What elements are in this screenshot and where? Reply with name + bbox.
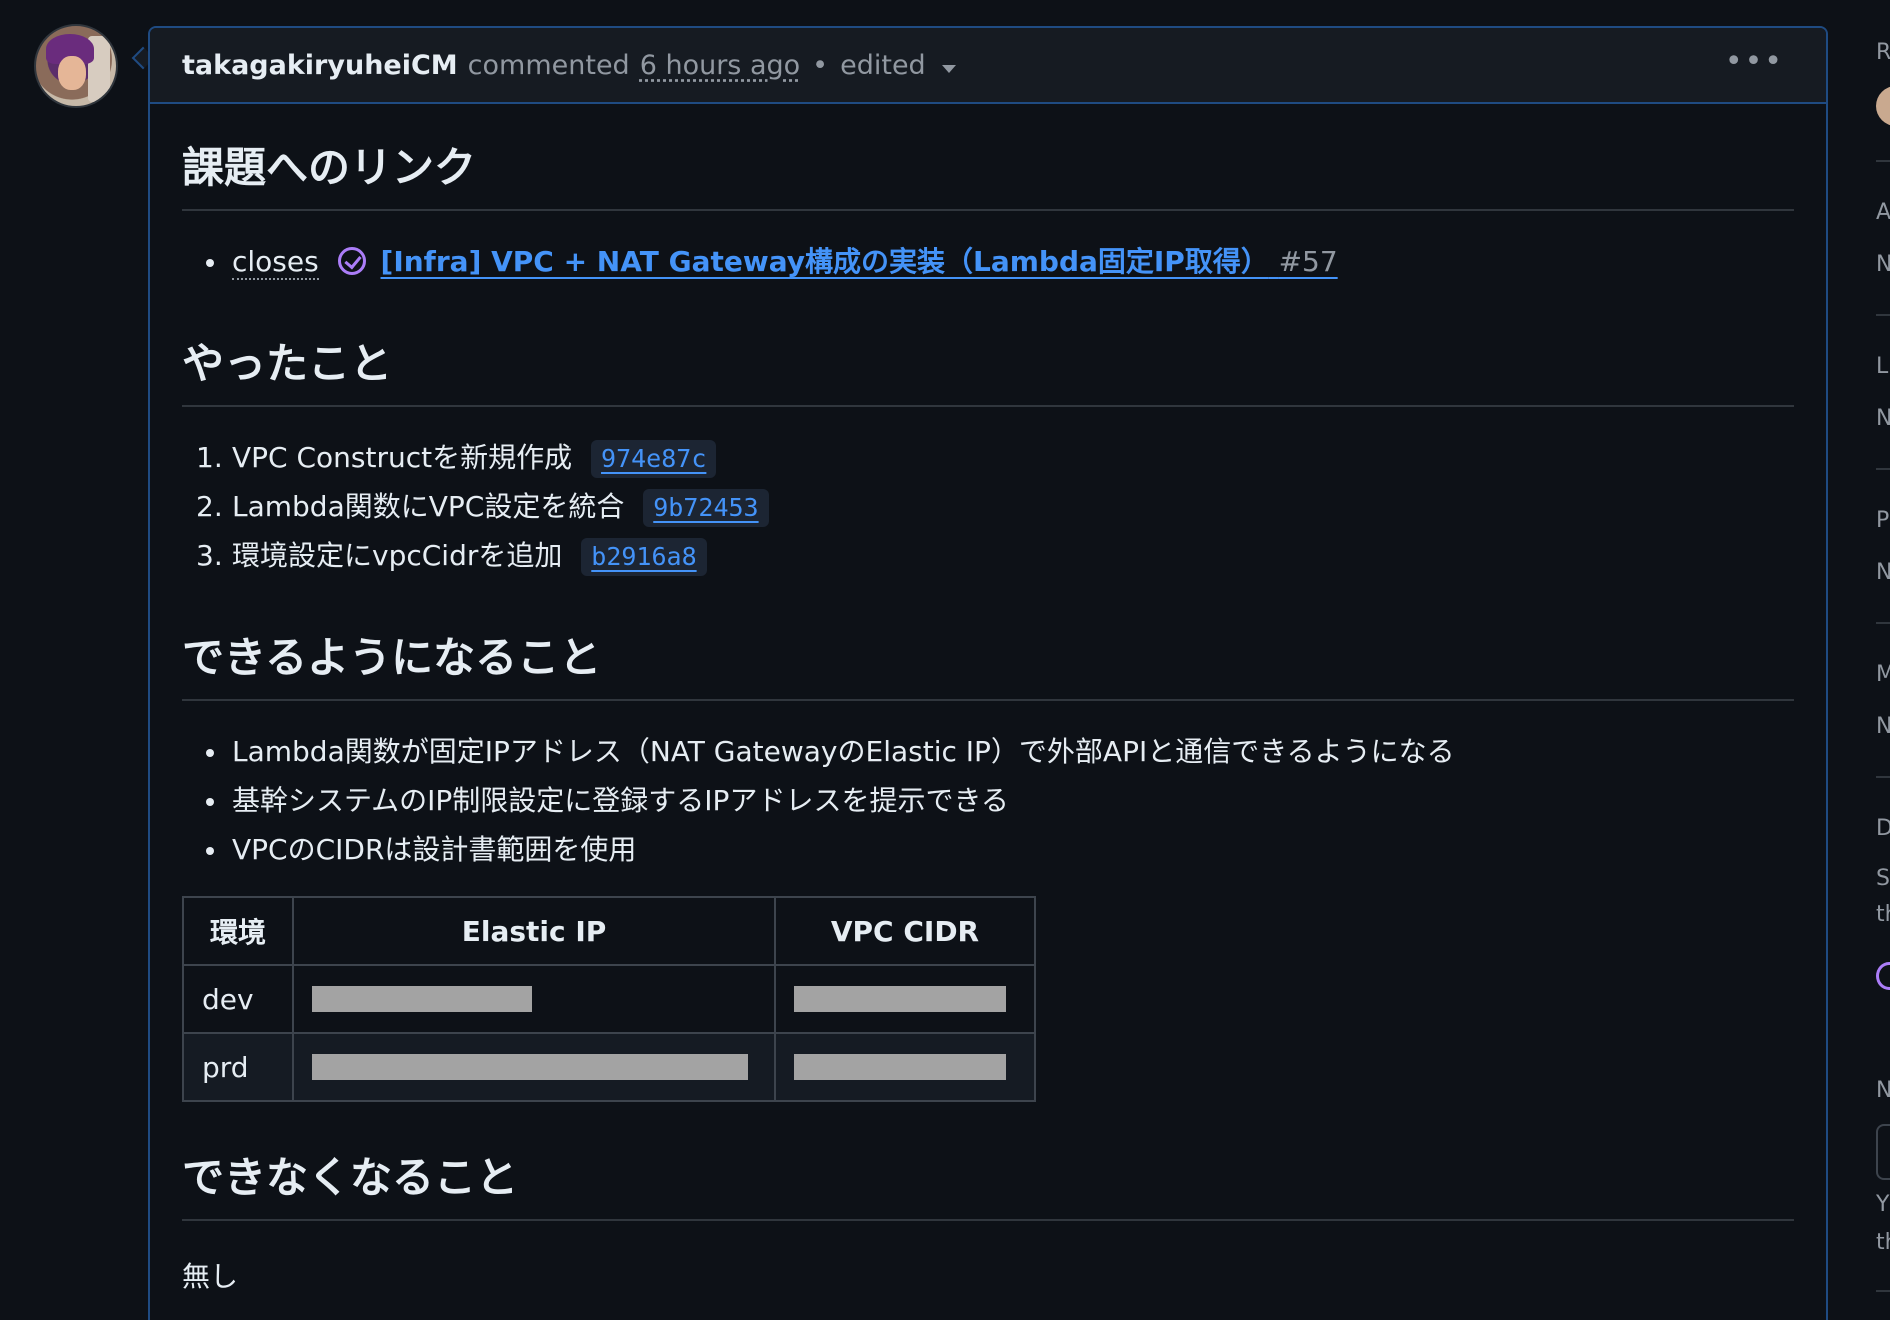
heading-can: できるようになること xyxy=(182,594,1794,701)
done-list: 1. VPC Constructを新規作成 974e87c 2. Lambda関… xyxy=(182,407,1794,594)
redacted-block xyxy=(794,1054,1006,1080)
sidebar-divider xyxy=(1876,160,1890,162)
can-list: Lambda関数が固定IPアドレス（NAT GatewayのElastic IP… xyxy=(182,701,1794,874)
list-item: closes [Infra] VPC + NAT Gateway構成の実装（La… xyxy=(182,237,1794,286)
issue-number: #57 xyxy=(1278,245,1338,278)
edited-dropdown[interactable]: edited xyxy=(840,50,926,81)
cell-env: prd xyxy=(182,1032,294,1102)
sidebar-label: A xyxy=(1876,200,1890,225)
item-text: 環境設定にvpcCidrを追加 xyxy=(232,539,563,572)
item-text: VPC Constructを新規作成 xyxy=(232,441,573,474)
sidebar-label: Y xyxy=(1876,1192,1890,1217)
cell-elastic-ip xyxy=(292,964,776,1034)
sidebar-label: L xyxy=(1876,354,1889,379)
issue-closed-icon xyxy=(1876,962,1890,990)
avatar-face xyxy=(58,56,86,90)
list-item: Lambda関数が固定IPアドレス（NAT GatewayのElastic IP… xyxy=(182,727,1794,776)
sidebar-label: P xyxy=(1876,508,1890,533)
column-header-vpc-cidr: VPC CIDR xyxy=(774,896,1036,966)
comment-body: 課題へのリンク closes [Infra] VPC + NAT Gateway… xyxy=(150,104,1826,1295)
table-header-row: 環境 Elastic IP VPC CIDR xyxy=(182,896,1036,966)
column-header-elastic-ip: Elastic IP xyxy=(292,896,776,966)
list-item: 1. VPC Constructを新規作成 974e87c xyxy=(182,433,1794,482)
sidebar-label: N xyxy=(1876,560,1890,585)
sidebar-divider xyxy=(1876,1290,1890,1292)
sidebar-button[interactable] xyxy=(1876,1124,1890,1180)
heading-done: やったこと xyxy=(182,300,1794,407)
separator-dot: • xyxy=(812,49,829,81)
heading-issue-link: 課題へのリンク xyxy=(182,104,1794,211)
cell-elastic-ip xyxy=(292,1032,776,1102)
comment-action: commented xyxy=(467,49,630,81)
cell-env: dev xyxy=(182,964,294,1034)
sidebar-label: N xyxy=(1876,406,1890,431)
issue-link-list: closes [Infra] VPC + NAT Gateway構成の実装（La… xyxy=(182,211,1794,300)
reviewer-avatar[interactable] xyxy=(1876,86,1890,126)
sidebar-label: N xyxy=(1876,1078,1890,1103)
issue-reference-link[interactable]: [Infra] VPC + NAT Gateway構成の実装（Lambda固定I… xyxy=(381,245,1338,278)
kebab-horizontal-icon[interactable]: ••• xyxy=(1725,47,1784,77)
sidebar-divider xyxy=(1876,468,1890,470)
sidebar-divider xyxy=(1876,314,1890,316)
commit-sha-link[interactable]: 974e87c xyxy=(591,440,717,478)
closes-keyword[interactable]: closes xyxy=(232,245,319,280)
comment-header: takagakiryuheiCM commented 6 hours ago •… xyxy=(150,28,1826,104)
author-avatar[interactable] xyxy=(34,24,118,108)
ip-table: 環境 Elastic IP VPC CIDR dev prd xyxy=(182,896,1036,1102)
list-item: 3. 環境設定にvpcCidrを追加 b2916a8 xyxy=(182,531,1794,580)
column-header-env: 環境 xyxy=(182,896,294,966)
cell-vpc-cidr xyxy=(774,1032,1036,1102)
commit-sha-link[interactable]: b2916a8 xyxy=(581,538,707,576)
redacted-block xyxy=(312,1054,748,1080)
cannot-body: 無し xyxy=(182,1260,239,1293)
sidebar-label: N xyxy=(1876,714,1890,739)
item-number: 2. xyxy=(196,490,223,523)
author-link[interactable]: takagakiryuheiCM xyxy=(182,50,458,81)
list-item: VPCのCIDRは設計書範囲を使用 xyxy=(182,825,1794,874)
timestamp-link[interactable]: 6 hours ago xyxy=(640,50,800,81)
right-sidebar-cropped: R A N L N P N M N D S th N Y th xyxy=(1876,0,1890,1320)
sidebar-label: th xyxy=(1876,902,1890,927)
cell-vpc-cidr xyxy=(774,964,1036,1034)
list-item: 基幹システムのIP制限設定に登録するIPアドレスを提示できる xyxy=(182,776,1794,825)
sidebar-label: D xyxy=(1876,816,1890,841)
redacted-block xyxy=(794,986,1006,1012)
issue-closed-icon xyxy=(337,247,366,275)
sidebar-label: th xyxy=(1876,1230,1890,1255)
sidebar-divider xyxy=(1876,776,1890,778)
redacted-block xyxy=(312,986,532,1012)
issue-title: [Infra] VPC + NAT Gateway構成の実装（Lambda固定I… xyxy=(380,245,1269,278)
sidebar-label: M xyxy=(1876,662,1890,687)
sidebar-label: S xyxy=(1876,866,1890,891)
pr-page: takagakiryuheiCM commented 6 hours ago •… xyxy=(0,0,1890,1320)
table-row: prd xyxy=(182,1032,1036,1102)
heading-cannot: できなくなること xyxy=(182,1114,1794,1221)
sidebar-label: R xyxy=(1876,40,1890,65)
caret-down-icon[interactable] xyxy=(941,65,956,73)
item-number: 1. xyxy=(196,441,223,474)
sidebar-divider xyxy=(1876,622,1890,624)
table-row: dev xyxy=(182,964,1036,1034)
commit-sha-link[interactable]: 9b72453 xyxy=(643,489,769,527)
item-number: 3. xyxy=(196,539,223,572)
sidebar-label: N xyxy=(1876,252,1890,277)
comment-box: takagakiryuheiCM commented 6 hours ago •… xyxy=(148,26,1828,1320)
item-text: Lambda関数にVPC設定を統合 xyxy=(232,490,625,523)
list-item: 2. Lambda関数にVPC設定を統合 9b72453 xyxy=(182,482,1794,531)
